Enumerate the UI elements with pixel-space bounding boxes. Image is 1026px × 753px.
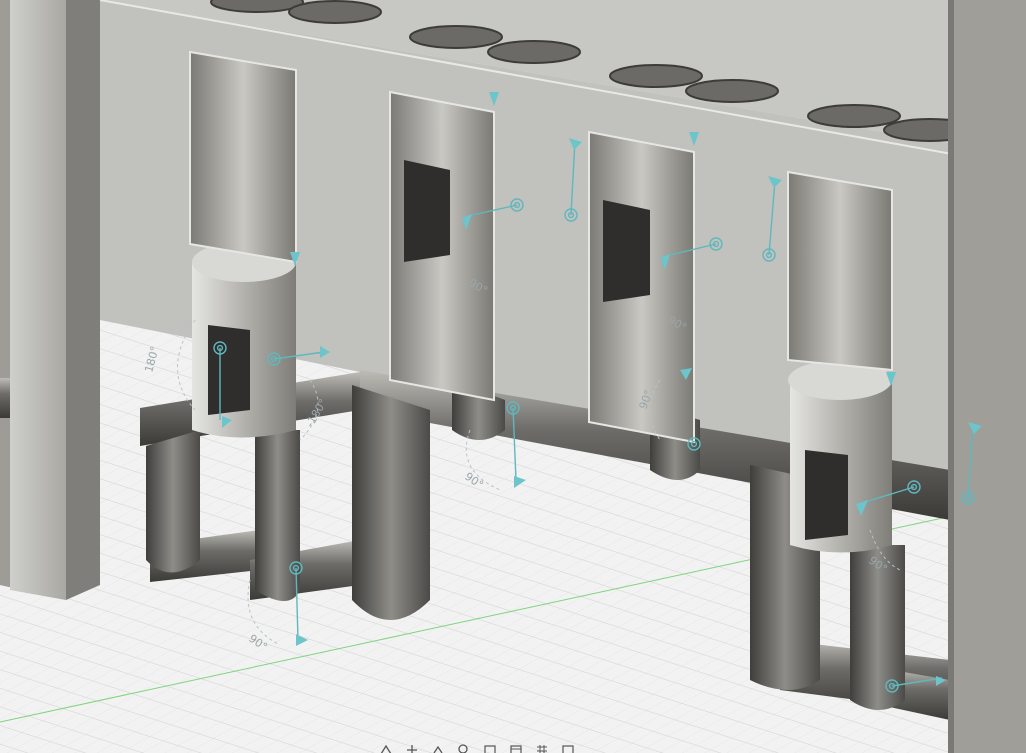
display-settings-icon[interactable] bbox=[510, 744, 522, 753]
orbit-icon[interactable] bbox=[380, 744, 392, 753]
zoom-icon[interactable] bbox=[458, 744, 470, 753]
pan-icon[interactable] bbox=[406, 744, 418, 753]
left-pillar[interactable] bbox=[0, 0, 100, 600]
fit-icon[interactable] bbox=[484, 744, 496, 753]
model-viewport[interactable]: 180° -180° 90° 90° 90° 90° 90° 90° bbox=[0, 0, 1026, 753]
right-pillar[interactable] bbox=[948, 0, 1026, 753]
navigation-toolbar[interactable] bbox=[380, 744, 574, 753]
viewports-icon[interactable] bbox=[562, 744, 574, 753]
look-at-icon[interactable] bbox=[432, 744, 444, 753]
grid-settings-icon[interactable] bbox=[536, 744, 548, 753]
